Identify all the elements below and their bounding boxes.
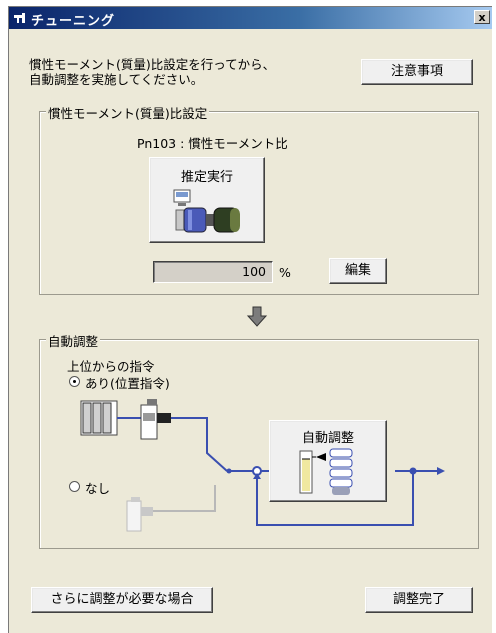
further-tuning-button[interactable]: さらに調整が必要な場合: [31, 587, 213, 613]
window-title: チューニング: [31, 14, 116, 29]
estimate-run-button[interactable]: 推定実行: [149, 157, 265, 243]
tuning-gain-icon: [299, 448, 353, 495]
close-button[interactable]: x: [474, 10, 490, 24]
edit-button[interactable]: 編集: [329, 258, 387, 284]
title-bar[interactable]: チューニング x: [9, 7, 492, 29]
motor-icon: [173, 189, 240, 233]
down-arrow-icon: [246, 306, 268, 327]
disabled-drive-icon: [126, 497, 153, 532]
auto-tuning-button[interactable]: 自動調整: [269, 420, 387, 502]
inertia-group-legend: 慣性モーメント(質量)比設定: [46, 103, 210, 122]
tuning-window: チューニング x 慣性モーメント(質量)比設定を行ってから、 自動調整を実施して…: [8, 6, 492, 633]
notes-button[interactable]: 注意事項: [361, 59, 473, 85]
auto-group-legend: 自動調整: [46, 331, 101, 350]
auto-tuning-button-label: 自動調整: [301, 431, 354, 446]
radio-with-command-label[interactable]: あり(位置指令): [85, 373, 170, 392]
instruction-line-1: 慣性モーメント(質量)比設定を行ってから、: [29, 57, 276, 72]
instruction-text: 慣性モーメント(質量)比設定を行ってから、 自動調整を実施してください。: [29, 57, 275, 87]
app-icon: [14, 13, 25, 23]
ratio-unit: %: [279, 265, 291, 280]
estimate-run-label: 推定実行: [180, 170, 233, 185]
instruction-line-2: 自動調整を実施してください。: [29, 72, 204, 87]
tuning-complete-button[interactable]: 調整完了: [365, 587, 473, 613]
signal-flow-diagram: [80, 399, 445, 532]
inertia-ratio-field[interactable]: 100: [153, 261, 273, 283]
param-label: Pn103 : 慣性モーメント比: [137, 136, 288, 151]
controller-icon: [80, 400, 118, 436]
servo-drive-icon: [140, 399, 171, 440]
radio-with-command[interactable]: [69, 376, 80, 387]
